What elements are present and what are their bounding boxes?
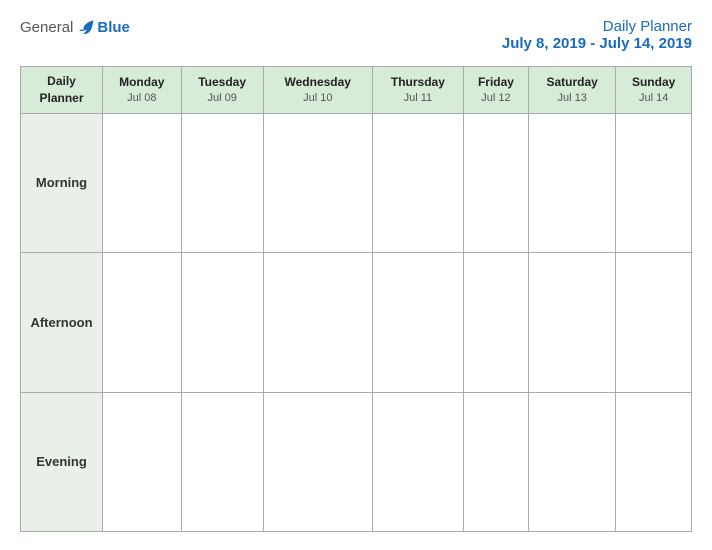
evening-saturday[interactable] [529, 392, 616, 531]
afternoon-wednesday[interactable] [263, 253, 372, 392]
evening-sunday[interactable] [616, 392, 692, 531]
col-sunday: Sunday Jul 14 [616, 67, 692, 114]
afternoon-row: Afternoon [21, 253, 692, 392]
morning-label: Morning [21, 113, 103, 252]
col-thursday: Thursday Jul 11 [372, 67, 463, 114]
col-tuesday: Tuesday Jul 09 [181, 67, 263, 114]
header-label-cell: Daily Planner [21, 67, 103, 114]
morning-monday[interactable] [103, 113, 182, 252]
afternoon-tuesday[interactable] [181, 253, 263, 392]
col-monday: Monday Jul 08 [103, 67, 182, 114]
thursday-name: Thursday [377, 74, 459, 91]
morning-friday[interactable] [463, 113, 528, 252]
saturday-date: Jul 13 [533, 91, 611, 106]
col-saturday: Saturday Jul 13 [529, 67, 616, 114]
saturday-name: Saturday [533, 74, 611, 91]
morning-wednesday[interactable] [263, 113, 372, 252]
evening-friday[interactable] [463, 392, 528, 531]
friday-date: Jul 12 [468, 91, 524, 106]
friday-name: Friday [468, 74, 524, 91]
logo: General Blue [20, 18, 130, 36]
wednesday-name: Wednesday [268, 74, 368, 91]
logo-general-text: General [20, 19, 73, 36]
afternoon-sunday[interactable] [616, 253, 692, 392]
morning-sunday[interactable] [616, 113, 692, 252]
col-friday: Friday Jul 12 [463, 67, 528, 114]
morning-saturday[interactable] [529, 113, 616, 252]
sunday-name: Sunday [620, 74, 687, 91]
header-daily: Daily [25, 73, 98, 90]
logo-area: General Blue [20, 18, 130, 36]
morning-thursday[interactable] [372, 113, 463, 252]
date-range: July 8, 2019 - July 14, 2019 [502, 35, 692, 52]
logo-blue-text: Blue [97, 19, 130, 36]
page-header: General Blue Daily Planner July 8, 2019 … [20, 18, 692, 52]
morning-tuesday[interactable] [181, 113, 263, 252]
evening-row: Evening [21, 392, 692, 531]
evening-thursday[interactable] [372, 392, 463, 531]
thursday-date: Jul 11 [377, 91, 459, 106]
evening-monday[interactable] [103, 392, 182, 531]
afternoon-thursday[interactable] [372, 253, 463, 392]
evening-wednesday[interactable] [263, 392, 372, 531]
logo-bird-icon [77, 18, 95, 36]
afternoon-saturday[interactable] [529, 253, 616, 392]
afternoon-label: Afternoon [21, 253, 103, 392]
tuesday-name: Tuesday [186, 74, 259, 91]
morning-row: Morning [21, 113, 692, 252]
sunday-date: Jul 14 [620, 91, 687, 106]
planner-title: Daily Planner [502, 18, 692, 35]
wednesday-date: Jul 10 [268, 91, 368, 106]
evening-tuesday[interactable] [181, 392, 263, 531]
afternoon-friday[interactable] [463, 253, 528, 392]
title-area: Daily Planner July 8, 2019 - July 14, 20… [502, 18, 692, 52]
col-wednesday: Wednesday Jul 10 [263, 67, 372, 114]
calendar-table: Daily Planner Monday Jul 08 Tuesday Jul … [20, 66, 692, 532]
tuesday-date: Jul 09 [186, 91, 259, 106]
evening-label: Evening [21, 392, 103, 531]
header-planner: Planner [25, 90, 98, 107]
monday-name: Monday [107, 74, 177, 91]
afternoon-monday[interactable] [103, 253, 182, 392]
monday-date: Jul 08 [107, 91, 177, 106]
